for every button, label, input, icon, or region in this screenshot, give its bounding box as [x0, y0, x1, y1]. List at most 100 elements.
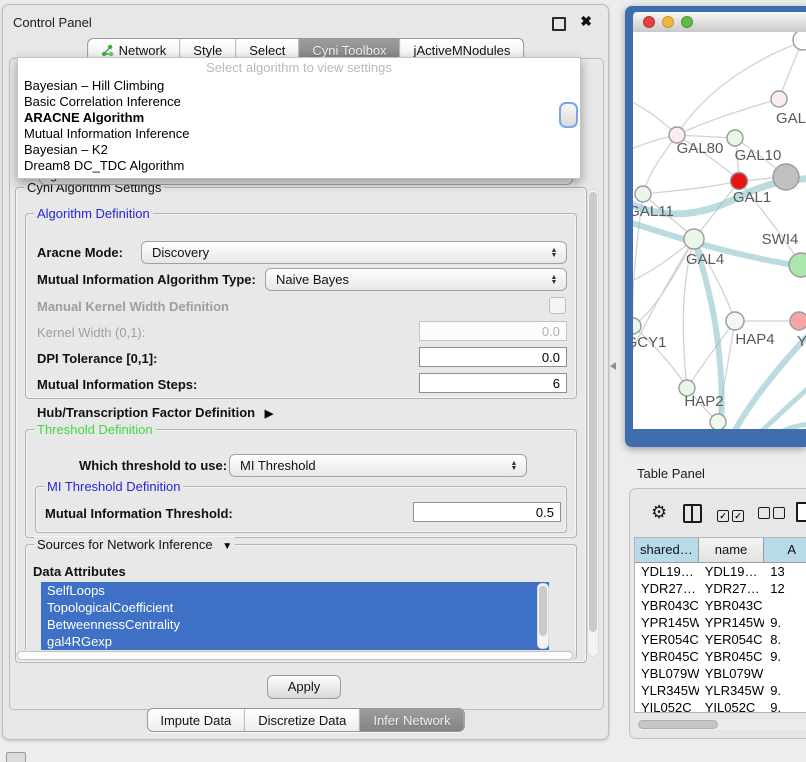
tab-label: Style: [193, 43, 222, 58]
float-panel-icon[interactable]: [552, 17, 566, 31]
graph-node[interactable]: [710, 414, 726, 429]
mi-threshold-field[interactable]: [413, 502, 561, 522]
graph-node-label-gal: GAL: [776, 110, 806, 127]
kernel-width-field[interactable]: [419, 321, 567, 341]
table-row[interactable]: YDL19…YDL19…13: [635, 563, 806, 580]
mi-steps-field[interactable]: [419, 373, 567, 393]
algorithm-option-dream8-dc-tdc-algorithm[interactable]: Dream8 DC_TDC Algorithm: [18, 158, 580, 174]
tab-label: Network: [119, 43, 167, 58]
table-cell: 8.: [764, 631, 806, 648]
table-hscroll-thumb[interactable]: [638, 720, 718, 729]
table-row[interactable]: YDR27…YDR27…12: [635, 580, 806, 597]
node-table: shared…nameA YDL19…YDL19…13YDR27…YDR27…1…: [634, 537, 806, 713]
hub-definition-toggle[interactable]: Hub/Transcription Factor Definition ▶: [37, 405, 273, 420]
settings-scroll-thumb[interactable]: [589, 192, 597, 632]
network-canvas[interactable]: GALGAL80GAL10GAL1GAL11GAL4SWI4GCY1HAP4YH…: [633, 32, 806, 429]
table-cell: 9.: [764, 648, 806, 665]
apply-button[interactable]: Apply: [267, 675, 341, 699]
unchecked-pair-icon[interactable]: [758, 506, 788, 524]
close-panel-icon[interactable]: ✖: [580, 13, 592, 30]
table-cell: YER054C: [635, 631, 699, 648]
graph-edge: [677, 99, 779, 135]
algorithm-option-mutual-information-inference[interactable]: Mutual Information Inference: [18, 126, 580, 142]
graph-node[interactable]: [731, 173, 748, 190]
dpi-tolerance-label: DPI Tolerance [0,1]:: [37, 351, 157, 366]
bottom-tab-discretize-data[interactable]: Discretize Data: [245, 709, 360, 731]
table-row[interactable]: YBL079WYBL079W: [635, 665, 806, 682]
table-row[interactable]: YER054CYER054C8.: [635, 631, 806, 648]
table-header-row: shared…nameA: [635, 538, 806, 563]
algorithm-option-basic-correlation-inference[interactable]: Basic Correlation Inference: [18, 94, 580, 110]
algorithm-dropdown-popup: Select algorithm to view settings Bayesi…: [17, 57, 581, 179]
table-cell: 9.: [764, 699, 806, 713]
table-cell: YDR27…: [699, 580, 765, 597]
stepper-arrows-icon: ▲▼: [546, 275, 566, 285]
zoom-button[interactable]: [681, 16, 693, 28]
table-row[interactable]: YLR345WYLR345W9.: [635, 682, 806, 699]
mi-type-value: Naive Bayes: [266, 272, 546, 287]
graph-node[interactable]: [727, 130, 743, 146]
settings-hscroll-thumb[interactable]: [17, 651, 573, 660]
checked-pair-icon[interactable]: ✓✓: [717, 506, 747, 524]
graph-node-label-gal80: GAL80: [677, 140, 724, 157]
aracne-mode-combo[interactable]: Discovery ▲▼: [141, 241, 567, 264]
table-row[interactable]: YIL052CYIL052C9.: [635, 699, 806, 713]
table-cell: 9.: [764, 614, 806, 631]
bottom-tab-infer-network[interactable]: Infer Network: [360, 709, 463, 731]
bottom-tab-label: Infer Network: [373, 713, 450, 728]
attribute-item-betweennesscentrality[interactable]: BetweennessCentrality: [41, 616, 549, 633]
table-row[interactable]: YBR045CYBR045C9.: [635, 648, 806, 665]
network-window-titlebar[interactable]: [633, 12, 806, 33]
graph-node-label-y: Y: [797, 333, 806, 350]
bottom-tab-label: Impute Data: [160, 713, 231, 728]
column-header-shared[interactable]: shared…: [635, 538, 699, 562]
dpi-tolerance-field[interactable]: [419, 347, 567, 367]
graph-edge: [688, 321, 735, 387]
bottom-tab-impute-data[interactable]: Impute Data: [147, 709, 245, 731]
gear-icon[interactable]: ⚙: [651, 503, 667, 521]
graph-node[interactable]: [790, 312, 806, 330]
which-threshold-combo[interactable]: MI Threshold ▲▼: [229, 454, 527, 477]
settings-horizontal-scrollbar[interactable]: [16, 650, 576, 661]
graph-node-label-swi4: SWI4: [762, 231, 799, 248]
column-header-a[interactable]: A: [764, 538, 806, 562]
graph-node[interactable]: [793, 32, 806, 50]
table-cell: YDL19…: [635, 563, 699, 580]
table-cell: YBL079W: [699, 665, 765, 682]
minimize-button[interactable]: [662, 16, 674, 28]
graph-node-label-hap4: HAP4: [735, 331, 774, 348]
table-row[interactable]: YBR043CYBR043C: [635, 597, 806, 614]
graph-node[interactable]: [773, 164, 799, 190]
graph-node[interactable]: [789, 253, 806, 277]
graph-edge: [643, 181, 739, 194]
splitter-collapse-icon[interactable]: [610, 362, 616, 370]
table-cell: YBL079W: [635, 665, 699, 682]
graph-node[interactable]: [771, 91, 787, 107]
attribute-item-gal4rgexp[interactable]: gal4RGexp: [41, 633, 549, 650]
table-horizontal-scrollbar[interactable]: [636, 719, 806, 730]
split-columns-icon[interactable]: [683, 504, 702, 523]
cyni-mode-tabs: Impute Data Discretize Data Infer Network: [146, 708, 464, 732]
attribute-item-selfloops[interactable]: SelfLoops: [41, 582, 549, 599]
table-row[interactable]: YPR145WYPR145W9.: [635, 614, 806, 631]
settings-vertical-scrollbar[interactable]: [587, 189, 599, 657]
attributes-scrollbar[interactable]: [537, 583, 549, 649]
mi-threshold-group-title: MI Threshold Definition: [44, 479, 183, 494]
mi-type-combo[interactable]: Naive Bayes ▲▼: [265, 268, 567, 291]
close-button[interactable]: [643, 16, 655, 28]
column-header-name[interactable]: name: [699, 538, 765, 562]
algorithm-option-aracne-algorithm[interactable]: ARACNE Algorithm: [18, 110, 580, 126]
algorithm-list: Bayesian – Hill ClimbingBasic Correlatio…: [18, 78, 580, 174]
table-cell: YPR145W: [635, 614, 699, 631]
sources-group-title[interactable]: Sources for Network Inference ▼: [34, 537, 235, 552]
attribute-item-topologicalcoefficient[interactable]: TopologicalCoefficient: [41, 599, 549, 616]
attributes-scroll-thumb[interactable]: [539, 586, 547, 636]
document-icon[interactable]: [796, 502, 806, 522]
graph-node[interactable]: [635, 186, 651, 202]
manual-kernel-checkbox[interactable]: [549, 297, 566, 314]
algorithm-option-bayesian-hill-climbing[interactable]: Bayesian – Hill Climbing: [18, 78, 580, 94]
graph-node[interactable]: [684, 229, 704, 249]
control-panel-window: Control Panel ✖ NetworkStyleSelectCyni T…: [2, 4, 609, 740]
graph-node[interactable]: [726, 312, 744, 330]
algorithm-option-bayesian-k2[interactable]: Bayesian – K2: [18, 142, 580, 158]
